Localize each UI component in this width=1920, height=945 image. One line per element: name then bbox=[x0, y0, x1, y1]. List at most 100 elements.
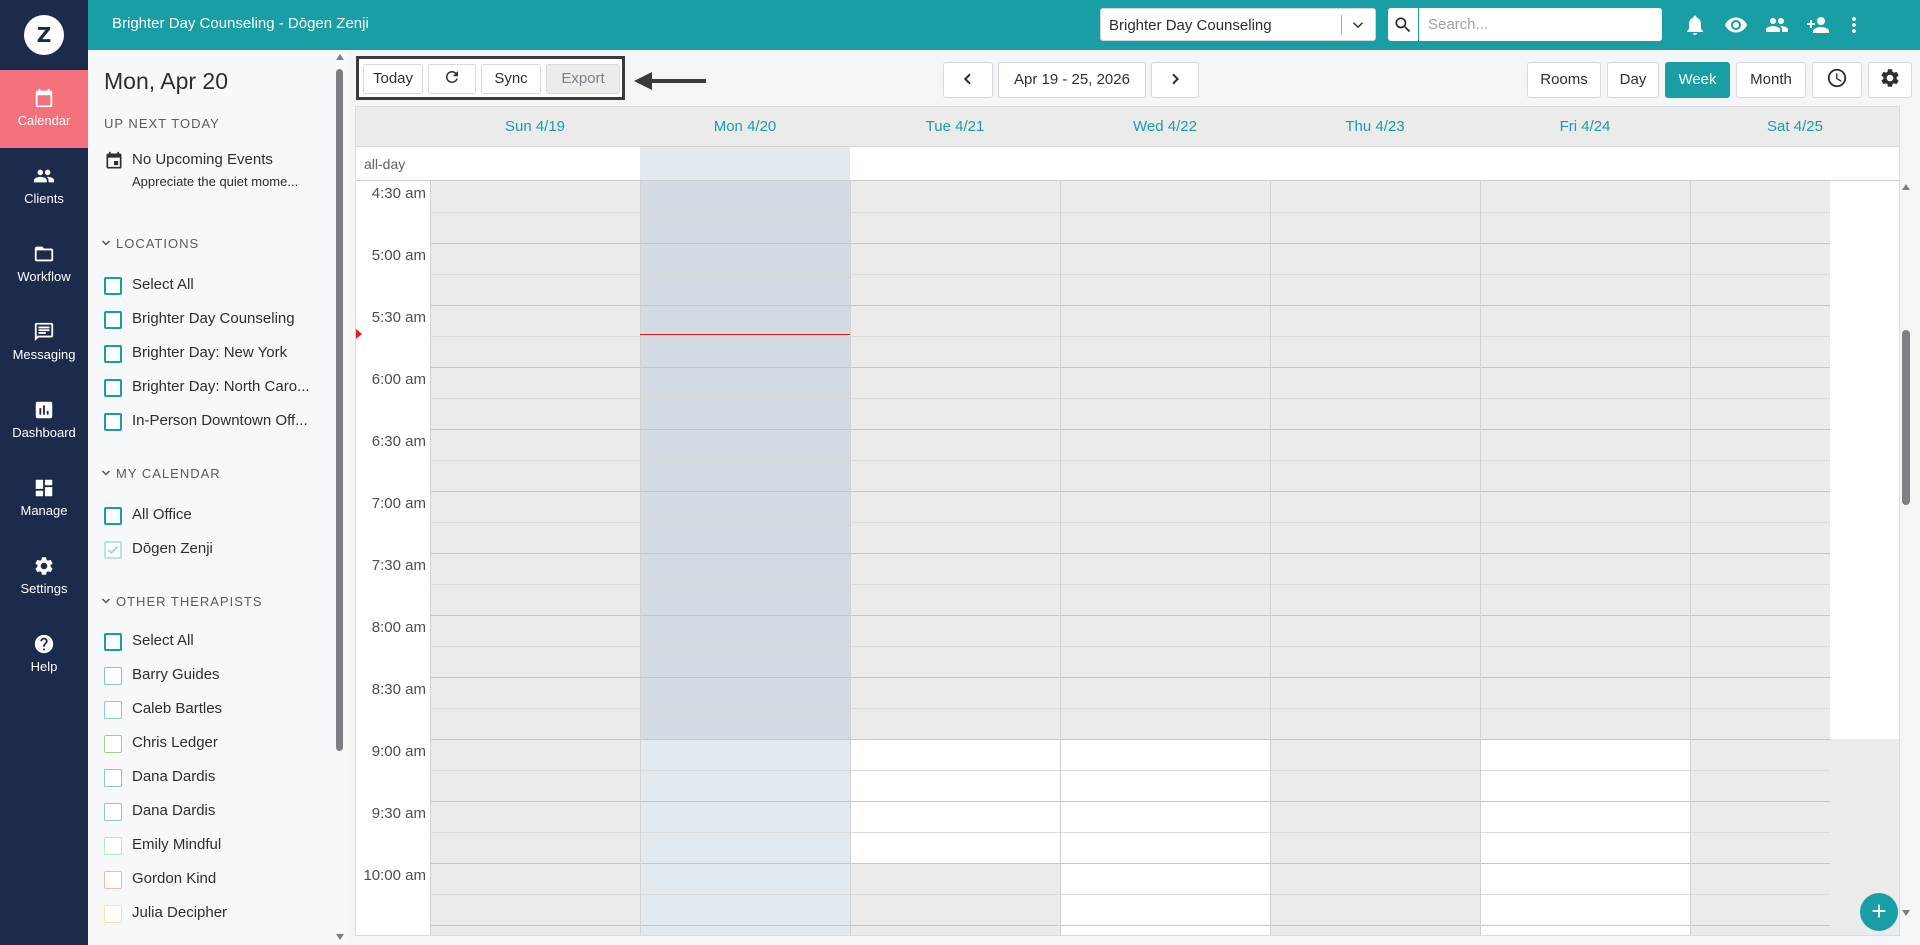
eye-icon[interactable] bbox=[1724, 13, 1748, 37]
time-grid[interactable]: 4:30 am 5:00 am 5:30 am 6:00 am 6:30 am … bbox=[356, 181, 1899, 935]
checkbox[interactable] bbox=[104, 905, 122, 923]
my-calendar-group-toggle[interactable]: MY CALENDAR bbox=[100, 466, 221, 481]
location-item[interactable]: In-Person Downtown Off... bbox=[104, 410, 334, 434]
date-range-display[interactable]: Apr 19 - 25, 2026 bbox=[998, 62, 1146, 98]
nav-item-dashboard[interactable]: Dashboard bbox=[0, 382, 88, 460]
bell-icon[interactable] bbox=[1683, 13, 1707, 37]
search-button[interactable] bbox=[1388, 8, 1418, 41]
all-day-row[interactable]: all-day bbox=[356, 147, 1899, 181]
location-select-all[interactable]: Select All bbox=[104, 274, 334, 298]
checkbox[interactable] bbox=[104, 379, 122, 397]
export-button[interactable]: Export bbox=[546, 64, 620, 94]
unavailable-block bbox=[430, 739, 640, 935]
checkbox[interactable] bbox=[104, 769, 122, 787]
day-view-button[interactable]: Day bbox=[1607, 62, 1659, 98]
checkbox[interactable] bbox=[104, 871, 122, 889]
day-header[interactable]: Sat 4/25 bbox=[1690, 118, 1899, 135]
checkbox[interactable] bbox=[104, 413, 122, 431]
time-label: 9:30 am bbox=[371, 805, 426, 822]
location-item[interactable]: Brighter Day: New York bbox=[104, 342, 334, 366]
calendar-scroll-thumb[interactable] bbox=[1902, 330, 1910, 505]
nav-item-manage[interactable]: Manage bbox=[0, 460, 88, 538]
checkbox[interactable] bbox=[104, 277, 122, 295]
therapist-item[interactable]: Caleb Bartles bbox=[104, 698, 334, 722]
checkbox-label: All Office bbox=[132, 506, 192, 523]
add-person-icon[interactable] bbox=[1806, 13, 1830, 37]
location-select[interactable]: Brighter Day Counseling bbox=[1100, 8, 1376, 41]
chevron-down-icon bbox=[101, 598, 111, 604]
checkbox[interactable] bbox=[104, 345, 122, 363]
day-divider bbox=[1480, 181, 1481, 935]
checkbox[interactable] bbox=[104, 507, 122, 525]
day-divider bbox=[430, 181, 431, 935]
day-header[interactable]: Tue 4/21 bbox=[850, 118, 1060, 135]
my-calendar-item[interactable]: All Office bbox=[104, 504, 334, 528]
checkbox-label: Emily Mindful bbox=[132, 836, 222, 853]
therapist-item[interactable]: Barry Guides bbox=[104, 664, 334, 688]
therapist-item[interactable]: Dana Dardis bbox=[104, 800, 334, 824]
search-input[interactable] bbox=[1419, 8, 1662, 41]
add-event-button[interactable]: + bbox=[1860, 893, 1898, 931]
day-header[interactable]: Sun 4/19 bbox=[430, 118, 640, 135]
day-divider bbox=[1690, 181, 1691, 935]
day-divider bbox=[850, 181, 851, 935]
sidebar-scroll-thumb[interactable] bbox=[336, 69, 343, 751]
refresh-button[interactable] bbox=[428, 64, 476, 94]
nav-item-messaging[interactable]: Messaging bbox=[0, 304, 88, 382]
nav-item-settings[interactable]: Settings bbox=[0, 538, 88, 616]
next-week-button[interactable] bbox=[1151, 62, 1199, 98]
checkbox[interactable] bbox=[104, 311, 122, 329]
more-vert-icon[interactable] bbox=[1842, 13, 1866, 37]
checkbox[interactable] bbox=[104, 701, 122, 719]
app-logo[interactable]: Z bbox=[24, 15, 64, 55]
therapist-item[interactable]: Dana Dardis bbox=[104, 766, 334, 790]
therapist-select-all[interactable]: Select All bbox=[104, 630, 334, 654]
checkbox[interactable] bbox=[104, 837, 122, 855]
checkbox-checked[interactable] bbox=[104, 541, 122, 559]
clock-icon bbox=[1827, 68, 1847, 88]
checkbox[interactable] bbox=[104, 667, 122, 685]
nav-item-workflow[interactable]: Workflow bbox=[0, 226, 88, 304]
sync-button[interactable]: Sync bbox=[481, 64, 541, 94]
day-header[interactable]: Fri 4/24 bbox=[1480, 118, 1690, 135]
calendar-settings-button[interactable] bbox=[1868, 62, 1912, 98]
prev-week-button[interactable] bbox=[943, 62, 993, 98]
my-calendar-item[interactable]: Dōgen Zenji bbox=[104, 538, 334, 562]
today-allday-cell[interactable] bbox=[640, 147, 850, 180]
therapist-item[interactable]: Chris Ledger bbox=[104, 732, 334, 756]
all-day-label: all-day bbox=[364, 156, 406, 172]
location-item[interactable]: Brighter Day Counseling bbox=[104, 308, 334, 332]
other-therapists-group-toggle[interactable]: OTHER THERAPISTS bbox=[100, 594, 263, 609]
chevron-left-icon bbox=[963, 73, 971, 85]
nav-item-calendar[interactable]: Calendar bbox=[0, 70, 88, 148]
chevron-right-icon bbox=[1172, 73, 1180, 85]
day-header[interactable]: Wed 4/22 bbox=[1060, 118, 1270, 135]
week-view-button[interactable]: Week bbox=[1665, 62, 1730, 98]
calendar-header: Sun 4/19 Mon 4/20 Tue 4/21 Wed 4/22 Thu … bbox=[356, 107, 1899, 147]
day-header[interactable]: Thu 4/23 bbox=[1270, 118, 1480, 135]
message-icon bbox=[34, 322, 54, 342]
today-button[interactable]: Today bbox=[363, 64, 423, 94]
chevron-down-icon bbox=[1352, 22, 1364, 29]
time-label: 8:00 am bbox=[371, 619, 426, 636]
calendar-scrollbar[interactable] bbox=[1900, 180, 1912, 920]
month-view-button[interactable]: Month bbox=[1736, 62, 1806, 98]
location-item[interactable]: Brighter Day: North Caro... bbox=[104, 376, 334, 400]
nav-item-help[interactable]: Help bbox=[0, 616, 88, 694]
therapist-item[interactable]: Julia Decipher bbox=[104, 902, 334, 926]
checkbox-label: Dana Dardis bbox=[132, 802, 216, 819]
therapist-item[interactable]: Gordon Kind bbox=[104, 868, 334, 892]
therapist-item[interactable]: Emily Mindful bbox=[104, 834, 334, 858]
day-header[interactable]: Mon 4/20 bbox=[640, 118, 850, 135]
checkbox[interactable] bbox=[104, 633, 122, 651]
calendar-icon bbox=[35, 88, 53, 108]
time-settings-button[interactable] bbox=[1812, 62, 1862, 98]
location-select-value: Brighter Day Counseling bbox=[1109, 17, 1272, 34]
checkbox[interactable] bbox=[104, 803, 122, 821]
people-icon[interactable] bbox=[1765, 13, 1789, 37]
my-calendar-heading: MY CALENDAR bbox=[116, 466, 221, 481]
nav-item-clients[interactable]: Clients bbox=[0, 148, 88, 226]
rooms-view-button[interactable]: Rooms bbox=[1527, 62, 1601, 98]
checkbox[interactable] bbox=[104, 735, 122, 753]
locations-group-toggle[interactable]: LOCATIONS bbox=[100, 236, 199, 251]
